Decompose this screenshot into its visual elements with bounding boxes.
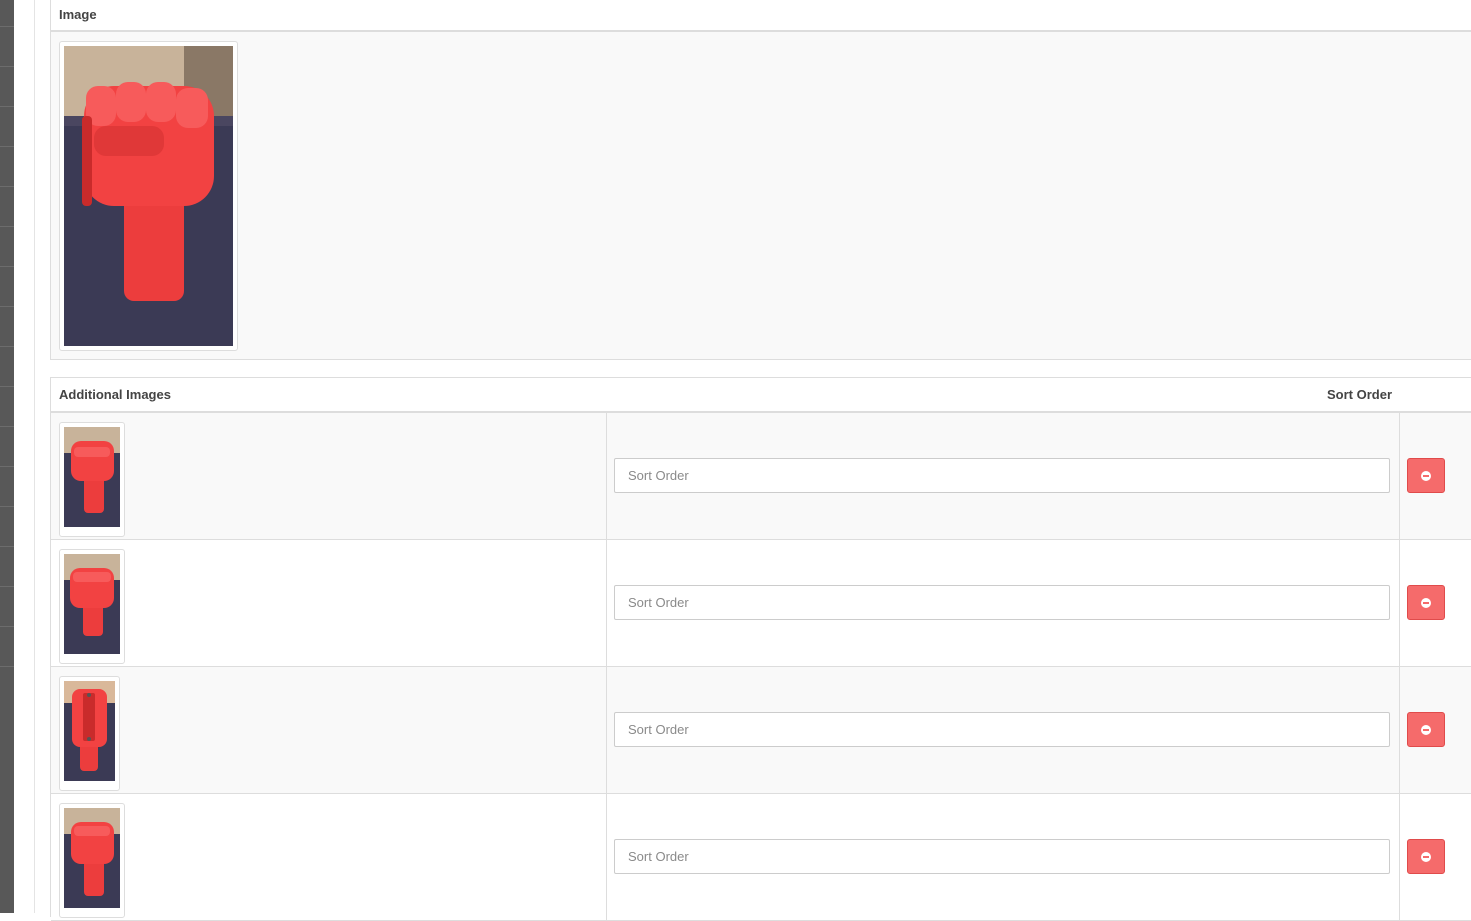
remove-image-button[interactable] <box>1407 712 1445 747</box>
minus-circle-icon <box>1421 470 1431 481</box>
minus-circle-icon <box>1421 597 1431 608</box>
fist-photo-image <box>64 46 233 346</box>
image-table-header: Image <box>51 0 1471 32</box>
table-row <box>51 667 1471 794</box>
minus-circle-icon <box>1421 724 1431 735</box>
remove-image-button[interactable] <box>1407 839 1445 874</box>
additional-images-table: Additional Images Sort Order <box>50 377 1471 921</box>
image-table: Image <box>50 0 1471 360</box>
minus-circle-icon <box>1421 851 1431 862</box>
additional-image-thumbnail[interactable] <box>59 549 125 664</box>
sort-order-header-label: Sort Order <box>1326 387 1392 402</box>
additional-image-thumbnail[interactable] <box>59 422 125 537</box>
additional-image-thumbnail[interactable] <box>59 803 125 918</box>
table-row <box>51 540 1471 667</box>
sort-order-input[interactable] <box>614 712 1390 747</box>
additional-image-thumbnail[interactable] <box>59 676 120 791</box>
additional-images-header-label: Additional Images <box>59 387 171 402</box>
fist-photo-image <box>64 681 115 781</box>
additional-images-header: Additional Images Sort Order <box>51 378 1471 413</box>
remove-image-button[interactable] <box>1407 458 1445 493</box>
fist-photo-image <box>64 808 120 908</box>
table-row <box>51 413 1471 540</box>
content-divider <box>34 0 35 913</box>
sort-order-input[interactable] <box>614 458 1390 493</box>
left-sidebar-rail <box>0 0 14 913</box>
main-image-thumbnail[interactable] <box>59 41 238 351</box>
sort-order-input[interactable] <box>614 839 1390 874</box>
table-row <box>51 794 1471 921</box>
image-header-label: Image <box>59 7 97 22</box>
fist-photo-image <box>64 427 120 527</box>
fist-photo-image <box>64 554 120 654</box>
remove-image-button[interactable] <box>1407 585 1445 620</box>
sort-order-input[interactable] <box>614 585 1390 620</box>
